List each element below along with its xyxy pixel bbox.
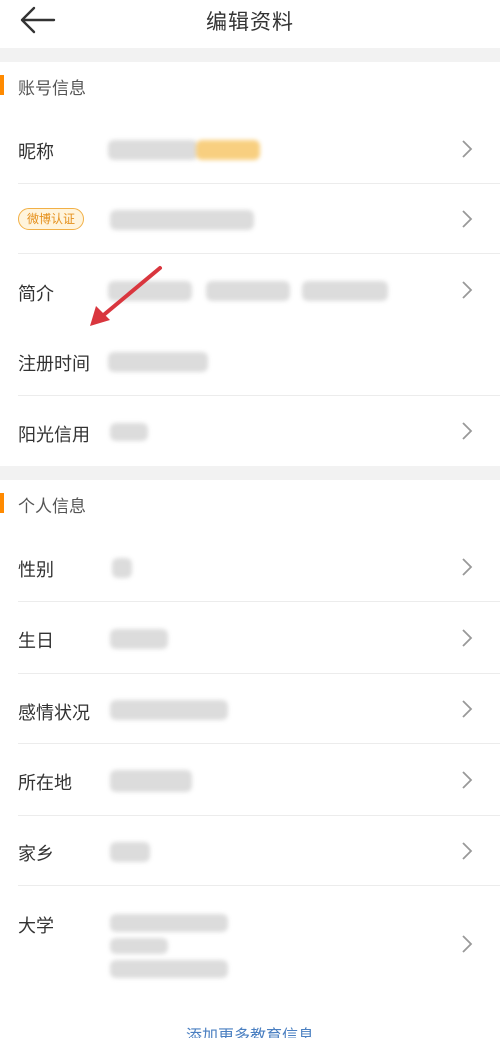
blurred-value xyxy=(110,914,228,932)
row-weibo-verify[interactable]: 微博认证 xyxy=(0,184,500,254)
row-nickname[interactable]: 昵称 xyxy=(0,114,500,184)
chevron-right-icon xyxy=(462,842,473,860)
blurred-value xyxy=(110,700,228,720)
row-university[interactable]: 大学 xyxy=(0,886,500,1002)
row-hometown[interactable]: 家乡 xyxy=(0,816,500,886)
chevron-right-icon xyxy=(462,629,473,647)
blurred-value xyxy=(302,281,388,301)
row-register-time: 注册时间 xyxy=(0,326,500,396)
row-birthday[interactable]: 生日 xyxy=(0,602,500,674)
chevron-right-icon xyxy=(462,210,473,228)
blurred-value xyxy=(110,960,228,978)
section-title: 账号信息 xyxy=(18,79,86,99)
chevron-right-icon xyxy=(462,140,473,158)
blurred-value xyxy=(110,629,168,649)
chevron-right-icon xyxy=(462,700,473,718)
blurred-value xyxy=(110,842,150,862)
blurred-value xyxy=(110,210,254,230)
section-gap xyxy=(0,466,500,480)
row-label: 注册时间 xyxy=(18,354,90,375)
section-gap xyxy=(0,48,500,62)
chevron-right-icon xyxy=(462,558,473,576)
row-label: 简介 xyxy=(18,284,54,305)
blurred-value xyxy=(196,140,260,160)
blurred-value xyxy=(110,770,192,792)
blurred-value xyxy=(206,281,290,301)
annotation-arrow-icon xyxy=(90,266,162,326)
row-label: 大学 xyxy=(18,916,54,937)
blurred-value xyxy=(110,938,168,954)
section-accent-bar xyxy=(0,493,4,513)
chevron-right-icon xyxy=(462,422,473,440)
row-intro[interactable]: 简介 xyxy=(0,254,500,326)
chevron-right-icon xyxy=(462,935,473,953)
verify-badge: 微博认证 xyxy=(18,208,85,230)
row-location[interactable]: 所在地 xyxy=(0,744,500,816)
row-label: 家乡 xyxy=(18,844,54,865)
row-label: 性别 xyxy=(18,560,54,581)
section-header-account: 账号信息 xyxy=(0,62,500,108)
section-accent-bar xyxy=(0,75,4,95)
page-title: 编辑资料 xyxy=(206,10,294,34)
row-gender[interactable]: 性别 xyxy=(0,532,500,602)
chevron-right-icon xyxy=(462,281,473,299)
chevron-right-icon xyxy=(462,771,473,789)
row-label: 昵称 xyxy=(18,142,54,163)
blurred-value xyxy=(108,140,198,160)
row-credit[interactable]: 阳光信用 xyxy=(0,396,500,466)
row-label: 生日 xyxy=(18,631,54,652)
section-header-personal: 个人信息 xyxy=(0,480,500,526)
section-title: 个人信息 xyxy=(18,497,86,517)
row-label: 阳光信用 xyxy=(18,425,90,446)
row-label: 感情状况 xyxy=(18,703,90,724)
blurred-value xyxy=(110,423,148,441)
blurred-value xyxy=(112,558,132,578)
blurred-value xyxy=(108,352,208,372)
row-relationship[interactable]: 感情状况 xyxy=(0,674,500,744)
add-education-link[interactable]: 添加更多教育信息 xyxy=(0,1022,500,1038)
top-bar: 编辑资料 xyxy=(0,0,500,48)
row-label: 所在地 xyxy=(18,773,72,794)
